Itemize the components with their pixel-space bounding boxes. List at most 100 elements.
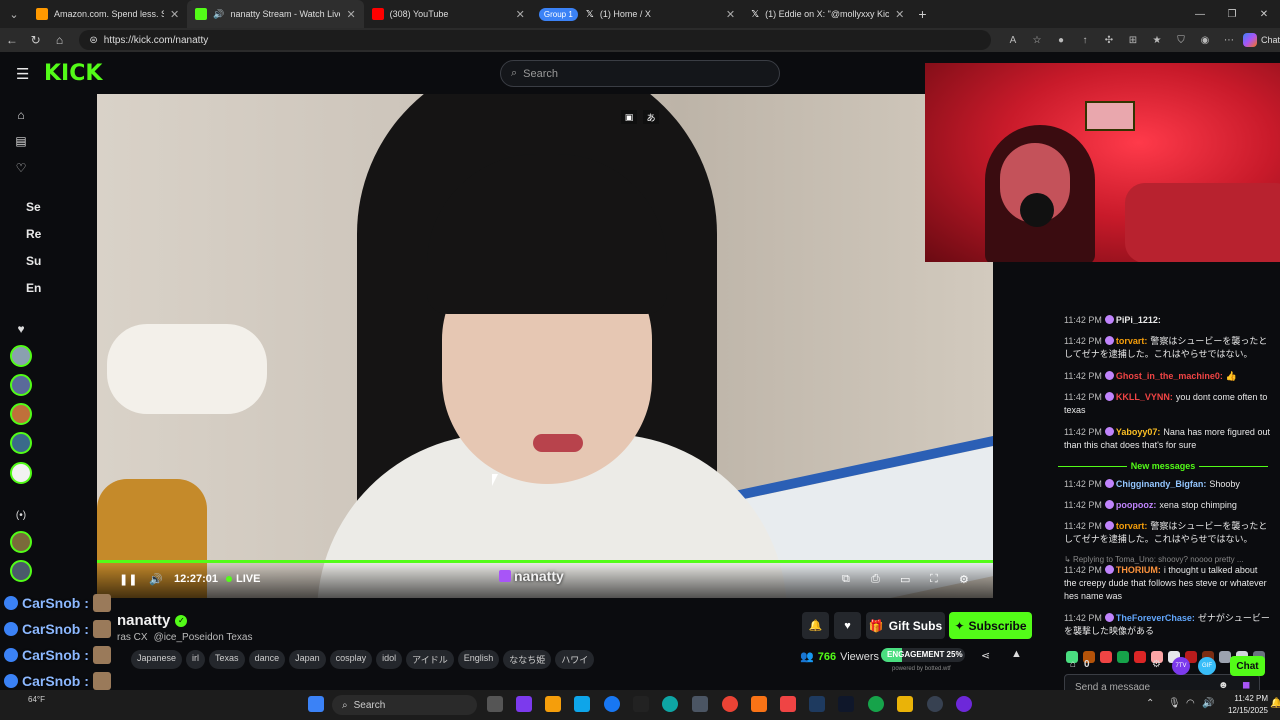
stream-tag[interactable]: Texas xyxy=(209,650,245,669)
close-tab-icon[interactable]: ✕ xyxy=(726,8,735,21)
taskbar-search[interactable]: ⌕ Search xyxy=(332,695,477,715)
stream-tag[interactable]: アイドル xyxy=(406,650,454,669)
chat-message[interactable]: 11:42 PM torvart: 警察はシュービーを襲ったとしてゼナを逮捕した。こ… xyxy=(1064,335,1270,361)
chat-username[interactable]: PiPi_1212: xyxy=(1116,315,1161,325)
avatar[interactable] xyxy=(10,432,32,454)
microphone-icon[interactable]: 🎙 xyxy=(1168,698,1181,709)
maximize-icon[interactable]: ❐ xyxy=(1216,0,1248,28)
store-icon[interactable] xyxy=(574,696,590,712)
stream-tag[interactable]: cosplay xyxy=(329,650,373,669)
streamer-name[interactable]: nanatty ✓ xyxy=(117,612,188,629)
video-player[interactable]: ▣ あ ❚❚ 🔊 12:27:01 LIVE nanatty ⧉ ⎙ ▭ ⛶ ⚙ xyxy=(97,94,993,598)
new-messages-divider[interactable]: New messages xyxy=(1058,460,1269,472)
stream-tag[interactable]: idol xyxy=(376,650,403,669)
github-icon[interactable] xyxy=(927,696,943,712)
sidebar-item-label[interactable]: Se xyxy=(26,200,41,214)
chat-message[interactable]: 11:42 PM THORIUM: i thought u talked about… xyxy=(1064,564,1270,603)
sidebar-item-label[interactable]: Su xyxy=(26,254,41,268)
speaker-icon[interactable]: 🔊 xyxy=(213,9,224,20)
live-broadcast-icon[interactable]: (•) xyxy=(12,506,30,524)
chat-message[interactable]: 11:42 PM Yaboyy07: Nana has more figured o… xyxy=(1064,426,1270,452)
calculator-icon[interactable] xyxy=(692,696,708,712)
url-field[interactable]: ⊜ https://kick.com/nanatty xyxy=(79,30,991,50)
sidebar-item-label[interactable]: En xyxy=(26,281,41,295)
close-window-icon[interactable]: ✕ xyxy=(1248,0,1280,28)
notification-bell-icon[interactable]: 🔔 xyxy=(802,612,829,639)
clip-icon[interactable]: ⎙ xyxy=(871,573,880,586)
volume-icon[interactable]: 🔊 xyxy=(1202,698,1214,709)
translate-icon[interactable]: あ xyxy=(643,110,659,124)
extension-icon[interactable]: ● xyxy=(1053,32,1069,48)
chat-username[interactable]: THORIUM: xyxy=(1116,565,1161,575)
close-tab-icon[interactable]: ✕ xyxy=(895,8,904,21)
chat-message[interactable]: 11:42 PM torvart: 警察はシュービーを襲ったとしてゼナを逮捕した。こ… xyxy=(1064,520,1270,546)
new-tab-icon[interactable]: + xyxy=(912,6,932,22)
7tv-icon[interactable]: 7TV xyxy=(1172,657,1190,675)
tab-kick[interactable]: 🔊 nanatty Stream - Watch Live o ✕ xyxy=(187,0,364,28)
close-tab-icon[interactable]: ✕ xyxy=(170,8,179,21)
minimize-icon[interactable]: — xyxy=(1184,0,1216,28)
tab-youtube[interactable]: (308) YouTube ✕ xyxy=(364,0,533,28)
extension-icon[interactable]: ↑ xyxy=(1077,32,1093,48)
tray-chevron-icon[interactable]: ⌃ xyxy=(1146,698,1154,709)
chat-username[interactable]: Yaboyy07: xyxy=(1116,427,1161,437)
share-icon[interactable]: ⋖ xyxy=(981,649,990,662)
profile-avatar-icon[interactable]: ◉ xyxy=(1197,32,1213,48)
youtube-icon[interactable] xyxy=(780,696,796,712)
close-tab-icon[interactable]: ✕ xyxy=(346,8,355,21)
chat-username[interactable]: torvart: xyxy=(1116,521,1148,531)
notes-icon[interactable] xyxy=(897,696,913,712)
gif-icon[interactable]: GIF xyxy=(1198,657,1216,675)
following-heart-icon[interactable]: ♡ xyxy=(12,159,30,177)
report-icon[interactable]: ▲ xyxy=(1011,648,1022,660)
tab-amazon[interactable]: Amazon.com. Spend less. Smile m ✕ xyxy=(28,0,187,28)
app-icon[interactable] xyxy=(956,696,972,712)
chat-message[interactable]: 11:42 PM PiPi_1212: xyxy=(1064,314,1270,327)
shield-icon[interactable]: ⛉ xyxy=(1173,32,1189,48)
stream-tag[interactable]: irl xyxy=(186,650,206,669)
chat-message[interactable]: 11:42 PM TheForeverChase: ゼナがシュービーを襲撃した映像が… xyxy=(1064,612,1270,638)
app-icon[interactable] xyxy=(751,696,767,712)
task-view-icon[interactable] xyxy=(487,696,503,712)
volume-icon[interactable]: 🔊 xyxy=(149,573,163,586)
avatar[interactable] xyxy=(10,403,32,425)
avatar[interactable] xyxy=(10,560,32,582)
read-aloud-icon[interactable]: A xyxy=(1005,32,1021,48)
subscribe-button[interactable]: ✦ Subscribe xyxy=(949,612,1032,639)
taskbar-clock[interactable]: 11:42 PM 12/15/2025 xyxy=(1218,693,1268,717)
chat-username[interactable]: Ghost_in_the_machine0: xyxy=(1116,371,1223,381)
gift-subs-button[interactable]: 🎁 Gift Subs xyxy=(866,612,945,639)
search-input[interactable]: ⌕ Search xyxy=(500,60,780,87)
kick-logo[interactable]: KICK xyxy=(44,61,102,86)
stream-tag[interactable]: ななち姫 xyxy=(503,650,552,669)
points-icon[interactable]: ⌂ xyxy=(1070,659,1076,670)
favorite-star-icon[interactable]: ☆ xyxy=(1029,32,1045,48)
tab-actions-icon[interactable]: ⌄ xyxy=(0,0,28,28)
tab-group-label[interactable]: Group 1 xyxy=(538,7,578,21)
avatar[interactable] xyxy=(10,374,32,396)
progress-bar[interactable] xyxy=(97,560,993,563)
theater-mode-icon[interactable]: ▭ xyxy=(900,573,910,586)
app-icon[interactable] xyxy=(838,696,854,712)
miniplayer-icon[interactable]: ⧉ xyxy=(842,573,850,586)
chat-username[interactable]: torvart: xyxy=(1116,336,1148,346)
chat-username[interactable]: KKLL_VYNN: xyxy=(1116,392,1173,402)
xbox-icon[interactable] xyxy=(868,696,884,712)
chat-username[interactable]: poopooz: xyxy=(1116,500,1156,510)
avatar[interactable] xyxy=(10,345,32,367)
stream-tag[interactable]: Japan xyxy=(289,650,326,669)
home-icon[interactable]: ⌂ xyxy=(48,28,72,52)
fullscreen-icon[interactable]: ⛶ xyxy=(930,573,938,586)
sidebar-item-label[interactable]: Re xyxy=(26,227,41,241)
follow-heart-icon[interactable]: ♥ xyxy=(834,612,861,639)
file-explorer-icon[interactable] xyxy=(545,696,561,712)
facebook-icon[interactable] xyxy=(604,696,620,712)
stream-tag[interactable]: ハワイ xyxy=(555,650,595,669)
chat-username[interactable]: Chigginandy_Bigfan: xyxy=(1116,479,1207,489)
tab-x-eddie[interactable]: 𝕏 (1) Eddie on X: "@mollyxxy Kick h ✕ xyxy=(743,0,912,28)
settings-gear-icon[interactable]: ⚙ xyxy=(959,573,969,586)
menu-icon[interactable]: ☰ xyxy=(16,65,29,83)
stream-tag[interactable]: Japanese xyxy=(131,650,183,669)
site-info-icon[interactable]: ⊜ xyxy=(89,35,97,46)
start-icon[interactable] xyxy=(308,696,324,712)
